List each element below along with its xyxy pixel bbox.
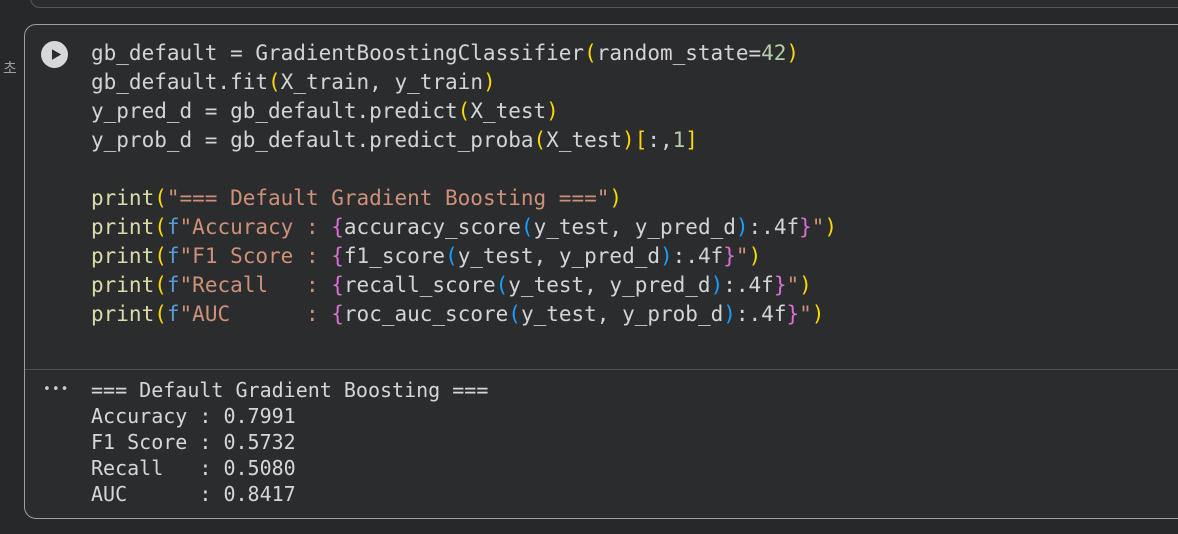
previous-cell-edge[interactable]	[30, 0, 1178, 8]
execution-time-unit-label: 초	[3, 59, 17, 77]
output-line: F1 Score : 0.5732	[91, 430, 296, 454]
notebook-canvas: 초 gb_default = GradientBoostingClassifie…	[0, 0, 1178, 534]
code-line: print("=== Default Gradient Boosting ===…	[91, 186, 623, 210]
output-line: Recall : 0.5080	[91, 456, 296, 480]
code-editor[interactable]: gb_default = GradientBoostingClassifier(…	[91, 39, 1171, 329]
output-line: AUC : 0.8417	[91, 482, 296, 506]
notebook-cell: gb_default = GradientBoostingClassifier(…	[24, 24, 1178, 519]
code-line: print(f"Recall : {recall_score(y_test, y…	[91, 273, 812, 297]
code-line: y_prob_d = gb_default.predict_proba(X_te…	[91, 128, 698, 152]
code-output-divider	[25, 369, 1178, 370]
run-cell-button[interactable]	[41, 41, 68, 68]
output-collapse-indicator[interactable]: •••	[43, 377, 69, 403]
code-line: gb_default = GradientBoostingClassifier(…	[91, 41, 800, 65]
code-line: print(f"AUC : {roc_auc_score(y_test, y_p…	[91, 302, 825, 326]
play-icon	[46, 46, 64, 63]
code-line: print(f"Accuracy : {accuracy_score(y_tes…	[91, 215, 838, 239]
output-line: === Default Gradient Boosting ===	[91, 378, 489, 402]
cell-output: === Default Gradient Boosting === Accurac…	[91, 377, 1171, 507]
output-line: Accuracy : 0.7991	[91, 404, 296, 428]
code-line: y_pred_d = gb_default.predict(X_test)	[91, 99, 559, 123]
code-line: print(f"F1 Score : {f1_score(y_test, y_p…	[91, 244, 762, 268]
code-line: gb_default.fit(X_train, y_train)	[91, 70, 496, 94]
